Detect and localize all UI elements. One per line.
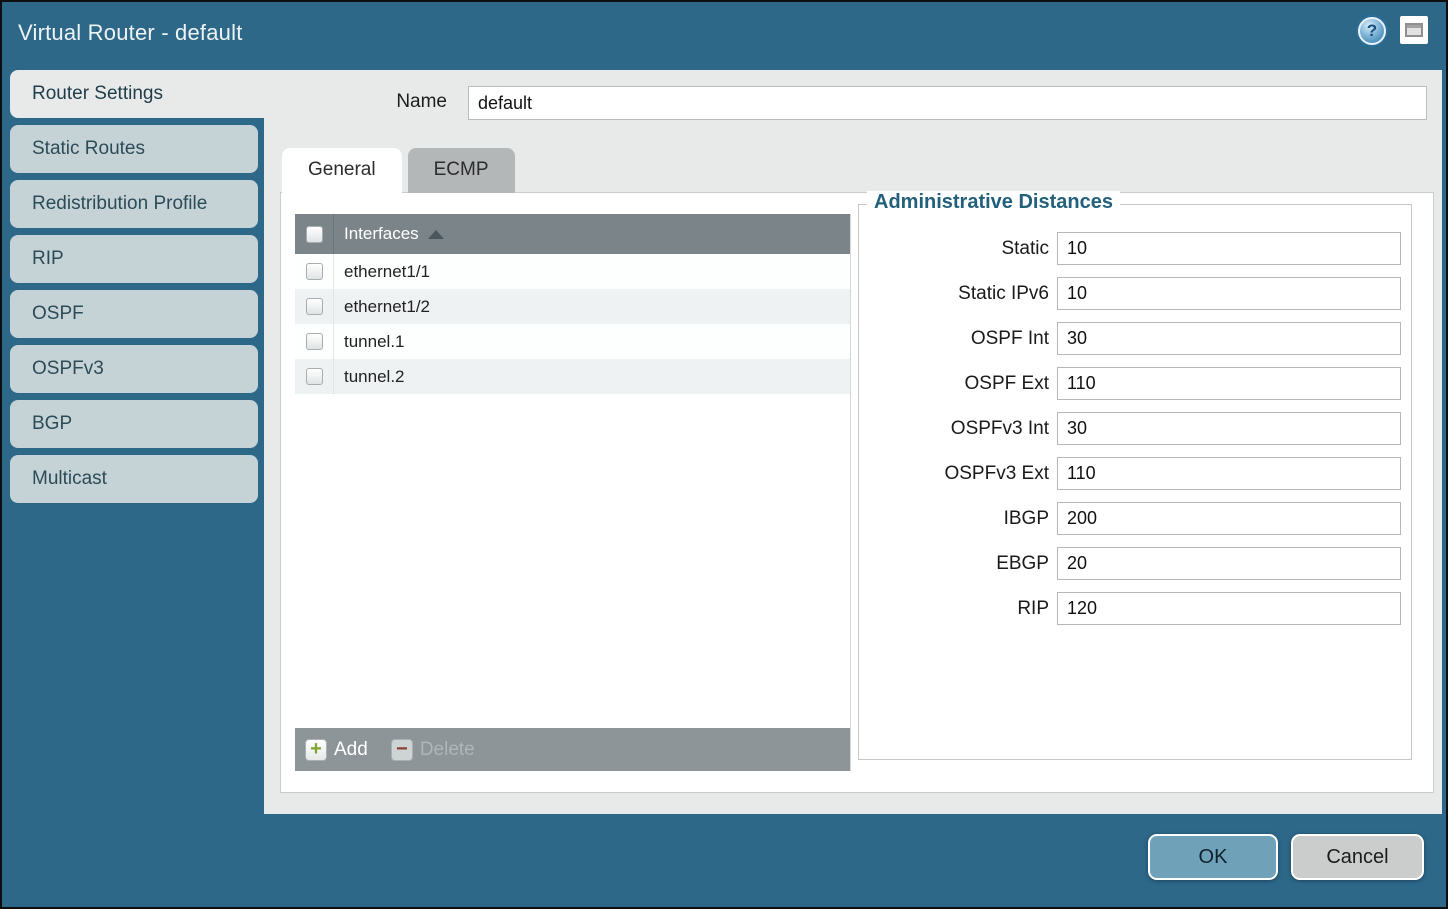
admin-distance-label: RIP bbox=[859, 598, 1049, 620]
sidebar-item-label: Router Settings bbox=[32, 83, 163, 104]
sidebar-item-ospf[interactable]: OSPF bbox=[10, 290, 258, 338]
admin-distance-row-ibgp: IBGP bbox=[859, 502, 1411, 535]
admin-distance-row-static: Static bbox=[859, 232, 1411, 265]
sidebar-item-label: Redistribution Profile bbox=[32, 193, 207, 214]
interface-name: ethernet1/2 bbox=[344, 297, 430, 317]
administrative-distances-legend: Administrative Distances bbox=[867, 191, 1120, 214]
checkbox-cell bbox=[295, 324, 334, 359]
sidebar-item-label: Multicast bbox=[32, 468, 107, 489]
footer-buttons: OK Cancel bbox=[1148, 834, 1424, 880]
checkbox-cell bbox=[295, 289, 334, 324]
sidebar-item-bgp[interactable]: BGP bbox=[10, 400, 258, 448]
interface-name: tunnel.1 bbox=[344, 332, 405, 352]
sidebar-item-redistribution-profile[interactable]: Redistribution Profile bbox=[10, 180, 258, 228]
admin-distance-input[interactable] bbox=[1057, 457, 1401, 490]
virtual-router-dialog: Virtual Router - default ? Router Settin… bbox=[0, 0, 1448, 909]
window-glyph bbox=[1405, 23, 1423, 37]
admin-distance-input[interactable] bbox=[1057, 547, 1401, 580]
tabstrip: General ECMP bbox=[282, 148, 515, 193]
name-label: Name bbox=[396, 91, 447, 113]
titlebar: Virtual Router - default ? bbox=[2, 2, 1446, 60]
interfaces-table-footer: + Add − Delete bbox=[295, 728, 850, 771]
admin-distance-label: OSPFv3 Ext bbox=[859, 463, 1049, 485]
admin-distance-label: OSPF Int bbox=[859, 328, 1049, 350]
tab-label: ECMP bbox=[434, 159, 489, 180]
interfaces-table: Interfaces ethernet1/1 bbox=[295, 214, 851, 771]
sort-ascending-icon[interactable] bbox=[428, 230, 444, 239]
ok-button[interactable]: OK bbox=[1148, 834, 1278, 880]
select-all-cell bbox=[295, 214, 334, 254]
sidebar-item-label: BGP bbox=[32, 413, 72, 434]
sidebar: Router Settings Static Routes Redistribu… bbox=[10, 70, 264, 510]
tab-general[interactable]: General bbox=[282, 148, 402, 193]
admin-distance-row-ospfv3-ext: OSPFv3 Ext bbox=[859, 457, 1411, 490]
interface-row-ethernet1-1[interactable]: ethernet1/1 bbox=[295, 254, 850, 289]
interfaces-column-header[interactable]: Interfaces bbox=[344, 224, 419, 244]
sidebar-item-static-routes[interactable]: Static Routes bbox=[10, 125, 258, 173]
sidebar-item-label: OSPF bbox=[32, 303, 84, 324]
row-checkbox[interactable] bbox=[306, 368, 323, 385]
interfaces-table-body: ethernet1/1 ethernet1/2 bbox=[295, 254, 850, 728]
admin-distance-row-rip: RIP bbox=[859, 592, 1411, 625]
help-icon[interactable]: ? bbox=[1358, 17, 1386, 45]
name-input[interactable] bbox=[468, 86, 1427, 120]
admin-distance-input[interactable] bbox=[1057, 277, 1401, 310]
interface-row-tunnel-2[interactable]: tunnel.2 bbox=[295, 359, 850, 394]
admin-distance-label: OSPF Ext bbox=[859, 373, 1049, 395]
row-checkbox[interactable] bbox=[306, 333, 323, 350]
admin-distance-label: IBGP bbox=[859, 508, 1049, 530]
window-restore-icon[interactable] bbox=[1400, 16, 1428, 44]
cancel-button[interactable]: Cancel bbox=[1291, 834, 1424, 880]
interface-row-tunnel-1[interactable]: tunnel.1 bbox=[295, 324, 850, 359]
sidebar-item-label: RIP bbox=[32, 248, 64, 269]
admin-distance-row-ospfv3-int: OSPFv3 Int bbox=[859, 412, 1411, 445]
interfaces-table-header: Interfaces bbox=[295, 214, 850, 254]
add-icon: + bbox=[305, 739, 327, 761]
admin-distance-input[interactable] bbox=[1057, 322, 1401, 355]
interface-row-ethernet1-2[interactable]: ethernet1/2 bbox=[295, 289, 850, 324]
sidebar-item-router-settings[interactable]: Router Settings bbox=[10, 70, 264, 118]
dialog-title: Virtual Router - default bbox=[18, 20, 243, 46]
add-label: Add bbox=[334, 739, 368, 761]
checkbox-cell bbox=[295, 359, 334, 394]
interface-name: tunnel.2 bbox=[344, 367, 405, 387]
general-panel: Interfaces ethernet1/1 bbox=[280, 192, 1434, 793]
name-row: Name bbox=[264, 86, 1427, 120]
admin-distance-input[interactable] bbox=[1057, 592, 1401, 625]
interface-name: ethernet1/1 bbox=[344, 262, 430, 282]
row-checkbox[interactable] bbox=[306, 298, 323, 315]
delete-button[interactable]: − Delete bbox=[391, 739, 475, 761]
checkbox-cell bbox=[295, 254, 334, 289]
tab-label: General bbox=[308, 159, 376, 180]
sidebar-item-label: OSPFv3 bbox=[32, 358, 104, 379]
admin-distance-input[interactable] bbox=[1057, 502, 1401, 535]
admin-distance-row-static-ipv6: Static IPv6 bbox=[859, 277, 1411, 310]
delete-label: Delete bbox=[420, 739, 475, 761]
delete-icon: − bbox=[391, 739, 413, 761]
add-button[interactable]: + Add bbox=[305, 739, 368, 761]
admin-distance-label: OSPFv3 Int bbox=[859, 418, 1049, 440]
sidebar-item-label: Static Routes bbox=[32, 138, 145, 159]
sidebar-item-multicast[interactable]: Multicast bbox=[10, 455, 258, 503]
admin-distance-row-ospf-ext: OSPF Ext bbox=[859, 367, 1411, 400]
admin-distance-input[interactable] bbox=[1057, 412, 1401, 445]
select-all-checkbox[interactable] bbox=[306, 226, 323, 243]
tab-ecmp[interactable]: ECMP bbox=[408, 148, 515, 193]
administrative-distances-fieldset: Administrative Distances Static Static I… bbox=[858, 204, 1412, 760]
admin-distance-label: EBGP bbox=[859, 553, 1049, 575]
content-area: Name General ECMP bbox=[264, 70, 1442, 814]
admin-distance-input[interactable] bbox=[1057, 367, 1401, 400]
admin-distance-row-ebgp: EBGP bbox=[859, 547, 1411, 580]
row-checkbox[interactable] bbox=[306, 263, 323, 280]
sidebar-item-rip[interactable]: RIP bbox=[10, 235, 258, 283]
admin-distance-label: Static IPv6 bbox=[859, 283, 1049, 305]
admin-distance-label: Static bbox=[859, 238, 1049, 260]
admin-distance-row-ospf-int: OSPF Int bbox=[859, 322, 1411, 355]
admin-distance-input[interactable] bbox=[1057, 232, 1401, 265]
sidebar-item-ospfv3[interactable]: OSPFv3 bbox=[10, 345, 258, 393]
